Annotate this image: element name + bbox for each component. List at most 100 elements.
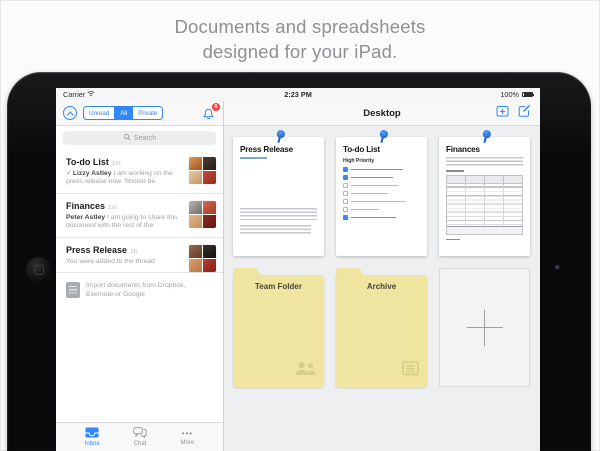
import-text: Import documents from Dropbox, Evernote …: [86, 282, 186, 299]
archive-icon: [401, 360, 420, 381]
read-checkmark: ✓: [66, 169, 72, 177]
status-bar: Carrier 2:23 PM 100%: [56, 88, 540, 101]
document-subheading: High Priority: [343, 158, 375, 164]
compose-icon[interactable]: [518, 104, 531, 122]
document-card-finances[interactable]: Finances: [439, 137, 530, 256]
new-folder-icon[interactable]: [496, 104, 509, 122]
document-import-icon: [66, 282, 80, 299]
search-placeholder: Search: [133, 134, 157, 142]
tab-chat[interactable]: Chat: [133, 427, 147, 447]
thread-time: 1m: [111, 160, 121, 167]
document-card-todo-list[interactable]: To-do List High Priority: [336, 137, 427, 256]
people-icon: [294, 361, 317, 381]
tab-inbox[interactable]: Inbox: [84, 427, 100, 447]
page-title: Desktop: [363, 107, 401, 119]
document-title: Finances: [446, 145, 480, 154]
segment-private[interactable]: Private: [133, 107, 162, 119]
clock: 2:23 PM: [284, 90, 312, 99]
sidebar-header: Unread All Private 6: [56, 101, 223, 126]
front-camera: [555, 265, 560, 270]
desktop-panel: Desktop Press Release To-do List High Pr…: [224, 101, 540, 451]
thread-title: Press Release: [66, 245, 128, 256]
app-body: Unread All Private 6 Search To-do List 1…: [56, 101, 540, 451]
text-placeholder: [240, 208, 317, 222]
thread-row-finances[interactable]: Finances 1m Peter Astley I am going to sh…: [56, 194, 223, 239]
circle-arrow-icon[interactable]: [63, 106, 77, 120]
add-item-tile[interactable]: [439, 268, 530, 387]
search-input[interactable]: Search: [63, 131, 216, 145]
label-placeholder: [446, 170, 464, 172]
thread-time: 1h: [130, 248, 138, 256]
thread-list: To-do List 1m ✓Lizzy Astley I am working …: [56, 150, 223, 274]
table-total-placeholder: [447, 225, 522, 234]
documents-row: Press Release To-do List High Priority F…: [233, 137, 540, 256]
checkbox-unchecked: [343, 198, 348, 204]
thread-sender: Peter Astley: [66, 213, 106, 221]
spreadsheet-table: [446, 174, 523, 235]
app-screen: Carrier 2:23 PM 100% Unread All Private …: [56, 88, 540, 451]
document-photo: [240, 163, 317, 204]
tab-more[interactable]: ••• More: [181, 429, 195, 446]
thread-preview: You were added to the thread: [66, 257, 155, 265]
marketing-screenshot: Documents and spreadsheets designed for …: [0, 0, 600, 451]
checkbox-unchecked: [343, 182, 348, 188]
table-header-placeholder: [447, 175, 522, 184]
plus-icon: [466, 309, 503, 346]
import-documents-row[interactable]: Import documents from Dropbox, Evernote …: [56, 273, 223, 309]
status-right: 100%: [463, 90, 535, 99]
caption-line-1: Documents and spreadsheets: [174, 16, 426, 37]
ipad-device-frame: Carrier 2:23 PM 100% Unread All Private …: [7, 72, 591, 451]
segment-all[interactable]: All: [115, 107, 134, 119]
document-title: Press Release: [240, 145, 293, 154]
caption-line-2: designed for your iPad.: [202, 41, 398, 62]
text-placeholder: [240, 225, 311, 236]
home-button: [26, 257, 52, 283]
document-title: To-do List: [343, 145, 380, 154]
desktop-header: Desktop: [224, 101, 540, 126]
pushpin-icon: [273, 129, 286, 145]
table-body-placeholder: [447, 183, 522, 226]
inbox-icon: [85, 427, 99, 440]
avatar-collage: [189, 201, 216, 229]
thread-time: 1m: [108, 204, 117, 212]
folder-archive[interactable]: Archive: [336, 268, 427, 387]
home-button-glyph: [34, 265, 44, 275]
byline-placeholder: [240, 157, 267, 159]
notification-badge: 6: [212, 102, 220, 111]
thread-title: Finances: [66, 201, 106, 212]
folder-name: Team Folder: [255, 282, 302, 291]
folder-team[interactable]: Team Folder: [233, 268, 324, 387]
checkbox-unchecked: [343, 190, 348, 196]
checkbox-checked: [343, 174, 348, 180]
marketing-caption: Documents and spreadsheets designed for …: [0, 14, 600, 64]
thread-title: To-do List: [66, 157, 109, 167]
carrier-label: Carrier: [63, 90, 86, 99]
checkbox-checked: [343, 214, 348, 220]
notifications-button[interactable]: 6: [202, 102, 220, 120]
inbox-sidebar: Unread All Private 6 Search To-do List 1…: [56, 101, 224, 451]
pushpin-icon: [479, 129, 492, 145]
tab-label: Inbox: [84, 441, 100, 447]
chat-icon: [133, 427, 147, 440]
search-icon: [123, 133, 131, 143]
battery-icon: [522, 91, 535, 98]
label-placeholder: [446, 238, 460, 241]
tab-label: Chat: [133, 441, 147, 447]
checkbox-unchecked: [343, 206, 348, 212]
checkbox-checked: [343, 167, 348, 172]
more-icon: •••: [181, 428, 194, 438]
segment-unread[interactable]: Unread: [84, 107, 116, 119]
battery-percent: 100%: [500, 90, 519, 99]
filter-segmented-control: Unread All Private: [83, 106, 164, 120]
sidebar-tab-bar: Inbox Chat ••• More: [56, 422, 223, 451]
avatar-collage: [189, 245, 216, 273]
text-placeholder: [446, 157, 523, 167]
tab-label: More: [180, 439, 195, 446]
pushpin-icon: [376, 129, 389, 145]
document-card-press-release[interactable]: Press Release: [233, 137, 324, 256]
wifi-icon: [87, 90, 95, 99]
thread-row-press-release[interactable]: Press Release 1h You were added to the th…: [56, 238, 223, 274]
desktop-canvas: Press Release To-do List High Priority F…: [224, 126, 540, 451]
avatar-collage: [189, 157, 216, 184]
thread-row-todo-list[interactable]: To-do List 1m ✓Lizzy Astley I am working …: [56, 150, 223, 195]
